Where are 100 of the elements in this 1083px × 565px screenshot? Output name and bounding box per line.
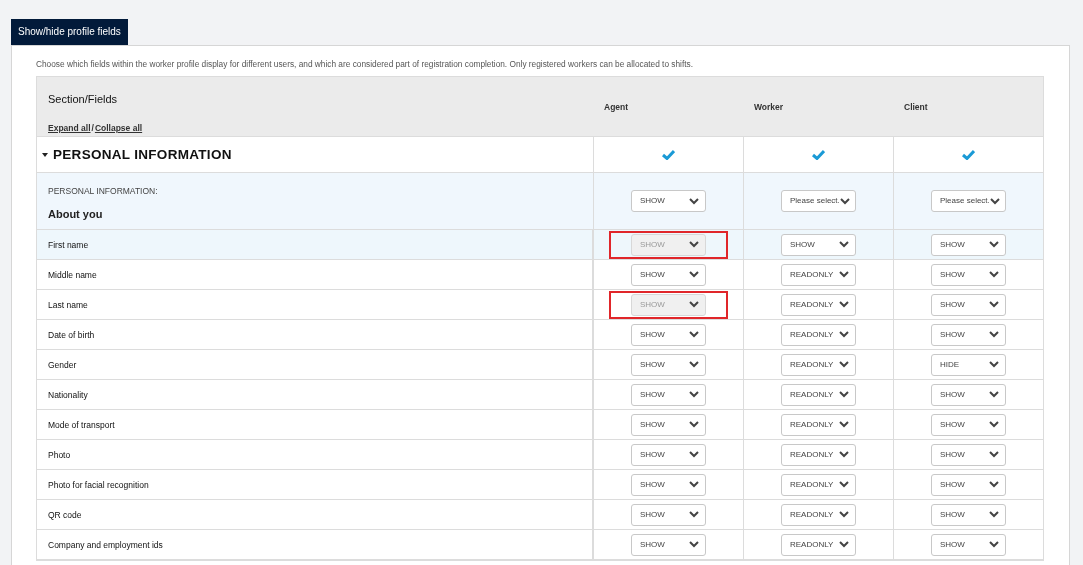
dropdown-select[interactable]: SHOW — [631, 353, 706, 376]
chevron-down-icon — [989, 331, 999, 339]
chevron-down-icon — [839, 511, 849, 519]
dropdown-select[interactable]: SHOW — [931, 323, 1006, 346]
dropdown-select[interactable]: READONLY — [781, 353, 856, 376]
chevron-down-icon — [839, 451, 849, 459]
field-name: Middle name — [48, 268, 97, 282]
dropdown-select[interactable]: SHOW — [631, 503, 706, 526]
field-name: Mode of transport — [48, 418, 115, 432]
table-row[interactable]: Photo for facial recognition SHOW READONLY SHOW — [37, 470, 1043, 501]
chevron-down-icon — [689, 241, 699, 249]
table-row[interactable]: Mode of transport SHOW READONLY SHOW — [37, 410, 1043, 441]
field-name: Photo — [48, 448, 71, 462]
subsection-title: About you — [48, 207, 104, 223]
dropdown-select[interactable]: Please select. — [931, 190, 1006, 213]
dropdown-select[interactable]: SHOW — [931, 293, 1006, 316]
chevron-down-icon — [689, 421, 699, 429]
dropdown-select[interactable]: SHOW — [631, 533, 706, 556]
tab[interactable]: Show/hide profile fields — [11, 19, 128, 45]
field-name: Date of birth — [48, 328, 95, 342]
chevron-down-icon — [689, 301, 699, 309]
dropdown-select[interactable]: READONLY — [781, 383, 856, 406]
chevron-down-icon — [839, 421, 849, 429]
chevron-down-icon — [839, 541, 849, 549]
dropdown-select[interactable]: READONLY — [781, 533, 856, 556]
table-row[interactable]: Photo SHOW READONLY SHOW — [37, 440, 1043, 471]
chevron-down-icon — [839, 271, 849, 279]
chevron-down-icon — [989, 391, 999, 399]
table-row[interactable]: Nationality SHOW READONLY SHOW — [37, 380, 1043, 411]
chevron-down-icon — [689, 331, 699, 339]
field-name: Company and employment ids — [48, 538, 163, 552]
dropdown-select[interactable]: READONLY — [781, 473, 856, 496]
table-row[interactable]: Gender SHOW READONLY HIDE — [37, 350, 1043, 381]
checkmark-icon[interactable] — [962, 149, 975, 160]
dropdown-select[interactable]: SHOW — [931, 443, 1006, 466]
dropdown-select[interactable]: READONLY — [781, 293, 856, 316]
chevron-down-icon — [989, 421, 999, 429]
dropdown-select[interactable]: SHOW — [931, 533, 1006, 556]
collapse-all-link[interactable]: Collapse all — [94, 121, 143, 135]
dropdown-select[interactable]: SHOW — [631, 190, 706, 213]
dropdown-select[interactable]: HIDE — [931, 353, 1006, 376]
chevron-down-icon — [839, 241, 849, 249]
dropdown-select[interactable]: READONLY — [781, 263, 856, 286]
dropdown-select[interactable]: SHOW — [931, 413, 1006, 436]
chevron-down-icon — [989, 511, 999, 519]
field-name: Photo for facial recognition — [48, 478, 149, 492]
checkmark-icon[interactable] — [662, 149, 675, 160]
chevron-down-icon — [839, 481, 849, 489]
chevron-down-icon — [989, 271, 999, 279]
caret-icon — [42, 152, 48, 157]
dropdown-select[interactable]: READONLY — [781, 443, 856, 466]
chevron-down-icon — [989, 481, 999, 489]
dropdown-select[interactable]: Please select. — [781, 190, 856, 213]
table-row[interactable]: Date of birth SHOW READONLY SHOW — [37, 320, 1043, 351]
dropdown-select[interactable]: SHOW — [631, 383, 706, 406]
dropdown-select[interactable]: READONLY — [781, 323, 856, 346]
table-row[interactable]: Middle name SHOW READONLY SHOW — [37, 260, 1043, 291]
chevron-down-icon — [839, 391, 849, 399]
chevron-down-icon — [989, 241, 999, 249]
table-row[interactable]: Company and employment ids SHOW READONLY SHOW — [37, 530, 1043, 561]
dropdown-select[interactable]: SHOW — [631, 323, 706, 346]
column-header: Client — [904, 100, 928, 114]
field-name: Nationality — [48, 388, 88, 402]
chevron-down-icon — [839, 197, 850, 205]
table-row[interactable]: QR code SHOW READONLY SHOW — [37, 500, 1043, 531]
dropdown-select[interactable]: SHOW — [631, 263, 706, 286]
chevron-down-icon — [989, 301, 999, 309]
chevron-down-icon — [689, 541, 699, 549]
dropdown-select[interactable]: READONLY — [781, 413, 856, 436]
field-name: Last name — [48, 298, 88, 312]
field-name: QR code — [48, 508, 82, 522]
chevron-down-icon — [989, 451, 999, 459]
checkmark-icon[interactable] — [812, 149, 825, 160]
chevron-down-icon — [839, 331, 849, 339]
subsection-label: PERSONAL INFORMATION: — [48, 185, 159, 199]
column-header: Worker — [754, 100, 784, 114]
chevron-down-icon — [689, 271, 699, 279]
chevron-down-icon — [839, 361, 849, 369]
chevron-down-icon — [839, 301, 849, 309]
dropdown-select[interactable]: SHOW — [931, 263, 1006, 286]
dropdown-select[interactable]: SHOW — [931, 233, 1006, 256]
expand-all-link[interactable]: Expand all — [48, 121, 91, 135]
column-header: Agent — [604, 100, 629, 114]
dropdown-select[interactable]: SHOW — [631, 413, 706, 436]
dropdown-select[interactable]: SHOW — [631, 473, 706, 496]
dropdown-select[interactable]: SHOW — [631, 443, 706, 466]
column-header: Section/Fields — [48, 92, 119, 108]
chevron-down-icon — [689, 197, 699, 205]
dropdown-select[interactable]: SHOW — [931, 503, 1006, 526]
chevron-down-icon — [689, 361, 699, 369]
dropdown-select[interactable]: SHOW — [931, 473, 1006, 496]
chevron-down-icon — [989, 541, 999, 549]
chevron-down-icon — [689, 511, 699, 519]
field-name: Gender — [48, 358, 77, 372]
dropdown-select[interactable]: SHOW — [931, 383, 1006, 406]
section-header[interactable]: PERSONAL INFORMATION — [37, 137, 593, 173]
dropdown-select[interactable]: SHOW — [781, 233, 856, 256]
chevron-down-icon — [989, 197, 1000, 205]
chevron-down-icon — [689, 391, 699, 399]
dropdown-select[interactable]: READONLY — [781, 503, 856, 526]
